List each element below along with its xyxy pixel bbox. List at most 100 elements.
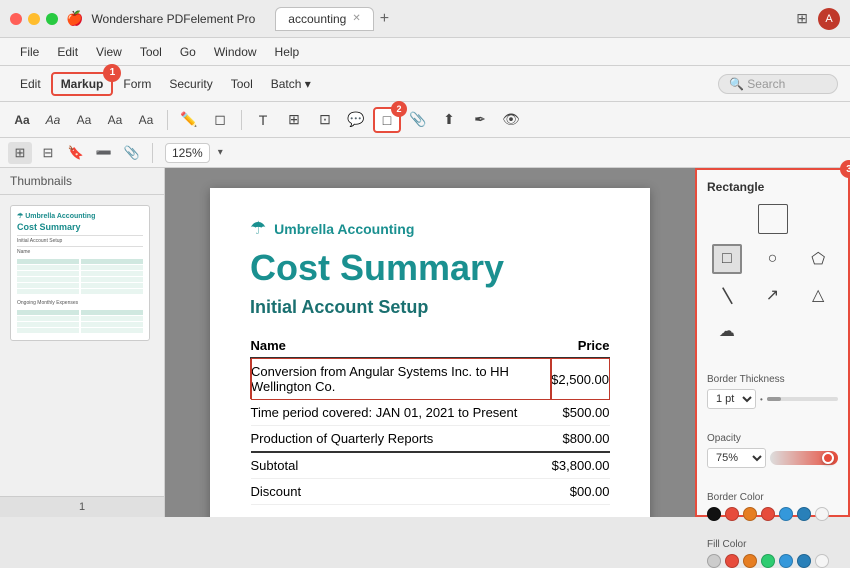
fill-color-row [707, 554, 838, 568]
tool-button[interactable]: Tool [223, 74, 261, 94]
discount-row: Discount $00.00 [251, 479, 610, 505]
fill-color-orange[interactable] [743, 554, 757, 568]
view-toolbar: ⊞ ⊟ 🔖 ➖ 📎 125% ▾ [0, 138, 850, 168]
border-color-red[interactable] [725, 507, 739, 521]
thumb-logo-text: ☂ Umbrella Accounting [17, 212, 143, 220]
form-button[interactable]: Form [115, 74, 159, 94]
font-btn-1[interactable]: Aa [8, 107, 36, 133]
add-tab-button[interactable]: + [380, 10, 389, 28]
menu-file[interactable]: File [12, 43, 47, 61]
markup-button-wrap: Markup 1 [51, 72, 114, 96]
zoom-dropdown-arrow[interactable]: ▾ [218, 147, 223, 158]
fill-color-red[interactable] [725, 554, 739, 568]
fill-color-lightgray[interactable] [707, 554, 721, 568]
fill-color-green[interactable] [761, 554, 775, 568]
font-btn-3[interactable]: Aa [70, 107, 98, 133]
discount-value: $00.00 [551, 479, 609, 505]
border-thickness-select[interactable]: 1 pt 2 pt 3 pt [707, 389, 756, 409]
border-color-orange[interactable] [743, 507, 757, 521]
opacity-label: Opacity [707, 433, 838, 444]
col-price-header: Price [551, 334, 609, 358]
dot-separator: • [760, 395, 763, 404]
shape-circle-btn[interactable]: ○ [757, 244, 787, 274]
pen-tool-button[interactable]: ✏️ [175, 107, 203, 133]
comment-button[interactable]: 💬 [342, 107, 370, 133]
menu-help[interactable]: Help [267, 43, 308, 61]
shape-arrow-btn[interactable]: ↗ [757, 280, 787, 310]
view-minus-button[interactable]: ➖ [92, 142, 116, 164]
border-color-red2[interactable] [761, 507, 775, 521]
stamp-button[interactable]: ⬆ [435, 107, 463, 133]
menubar: File Edit View Tool Go Window Help [0, 38, 850, 66]
edit-button[interactable]: Edit [12, 74, 49, 94]
border-color-black[interactable] [707, 507, 721, 521]
fill-color-darkblue[interactable] [797, 554, 811, 568]
font-btn-4[interactable]: Aa [101, 107, 129, 133]
page-thumbnail[interactable]: ☂ Umbrella Accounting Cost Summary Initi… [10, 205, 150, 341]
menu-view[interactable]: View [88, 43, 130, 61]
rectangle-badge: 2 [391, 101, 407, 117]
attach-button[interactable]: 📎 [404, 107, 432, 133]
opacity-slider[interactable] [770, 451, 838, 465]
menu-go[interactable]: Go [172, 43, 204, 61]
fill-color-blue[interactable] [779, 554, 793, 568]
subtotal-value: $3,800.00 [551, 452, 609, 479]
thickness-slider[interactable] [767, 397, 838, 401]
eraser-tool-button[interactable]: ◻ [206, 107, 234, 133]
shape-line-btn[interactable]: | [706, 275, 747, 316]
border-color-blue[interactable] [779, 507, 793, 521]
text-box-button[interactable]: ⊞ [280, 107, 308, 133]
shapes-grid: □ ○ ⬠ | ↗ △ ☁ [707, 244, 838, 346]
tab-accounting[interactable]: accounting ✕ [275, 7, 373, 31]
font-btn-2[interactable]: Aa [39, 107, 67, 133]
menu-window[interactable]: Window [206, 43, 265, 61]
search-box[interactable]: 🔍 Search [718, 74, 838, 94]
border-color-darkblue[interactable] [797, 507, 811, 521]
maximize-button[interactable] [46, 13, 58, 25]
page-number: 1 [0, 496, 164, 517]
shape-pentagon-btn[interactable]: ⬠ [803, 244, 833, 274]
sidebar: Thumbnails ☂ Umbrella Accounting Cost Su… [0, 168, 165, 517]
font-btn-5[interactable]: Aa [132, 107, 160, 133]
mode-buttons: Edit Markup 1 Form Security Tool Batch ▾ [12, 72, 319, 96]
view-bookmark-button[interactable]: 🔖 [64, 142, 88, 164]
close-button[interactable] [10, 13, 22, 25]
view-separator [152, 143, 153, 163]
thumb-table [17, 259, 143, 294]
row2-name: Time period covered: JAN 01, 2021 to Pre… [251, 400, 552, 426]
view-grid-button[interactable]: ⊞ [8, 142, 32, 164]
menu-edit[interactable]: Edit [49, 43, 86, 61]
rectangle-tool-wrap: □ 2 [373, 107, 401, 133]
row1-name: Conversion from Angular Systems Inc. to … [251, 358, 552, 400]
view-attach-button[interactable]: 📎 [120, 142, 144, 164]
document-area[interactable]: ☂ Umbrella Accounting Cost Summary Initi… [165, 168, 695, 517]
doc-main-title: Cost Summary [250, 247, 610, 289]
panel-title: Rectangle [707, 180, 838, 194]
border-color-row [707, 507, 838, 521]
batch-button[interactable]: Batch ▾ [263, 74, 319, 94]
tab-close-icon[interactable]: ✕ [352, 13, 360, 24]
titlebar: 🍎 Wondershare PDFelement Pro accounting … [0, 0, 850, 38]
opacity-thumb [822, 452, 834, 464]
text-box2-button[interactable]: ⊡ [311, 107, 339, 133]
shape-rectangle-btn[interactable]: □ [712, 244, 742, 274]
security-button[interactable]: Security [161, 74, 220, 94]
thumbnails-header: Thumbnails [0, 168, 164, 195]
fill-color-white[interactable] [815, 554, 829, 568]
text-tool-button[interactable]: T [249, 107, 277, 133]
menu-tool[interactable]: Tool [132, 43, 170, 61]
mode-toolbar: Edit Markup 1 Form Security Tool Batch ▾… [0, 66, 850, 102]
thumb-title-text: Cost Summary [17, 222, 143, 232]
thumb-table2 [17, 310, 143, 333]
border-color-white[interactable] [815, 507, 829, 521]
user-avatar[interactable]: A [818, 8, 840, 30]
opacity-row: 75% 50% 100% [707, 448, 838, 468]
minimize-button[interactable] [28, 13, 40, 25]
opacity-select[interactable]: 75% 50% 100% [707, 448, 766, 468]
shape-triangle-btn[interactable]: △ [803, 280, 833, 310]
shape-cloud-btn[interactable]: ☁ [712, 316, 742, 346]
view-single-button[interactable]: ⊟ [36, 142, 60, 164]
sign-button[interactable]: ✒ [466, 107, 494, 133]
col-name-header: Name [251, 334, 552, 358]
view-toggle-button[interactable]: 👁 [497, 107, 525, 133]
